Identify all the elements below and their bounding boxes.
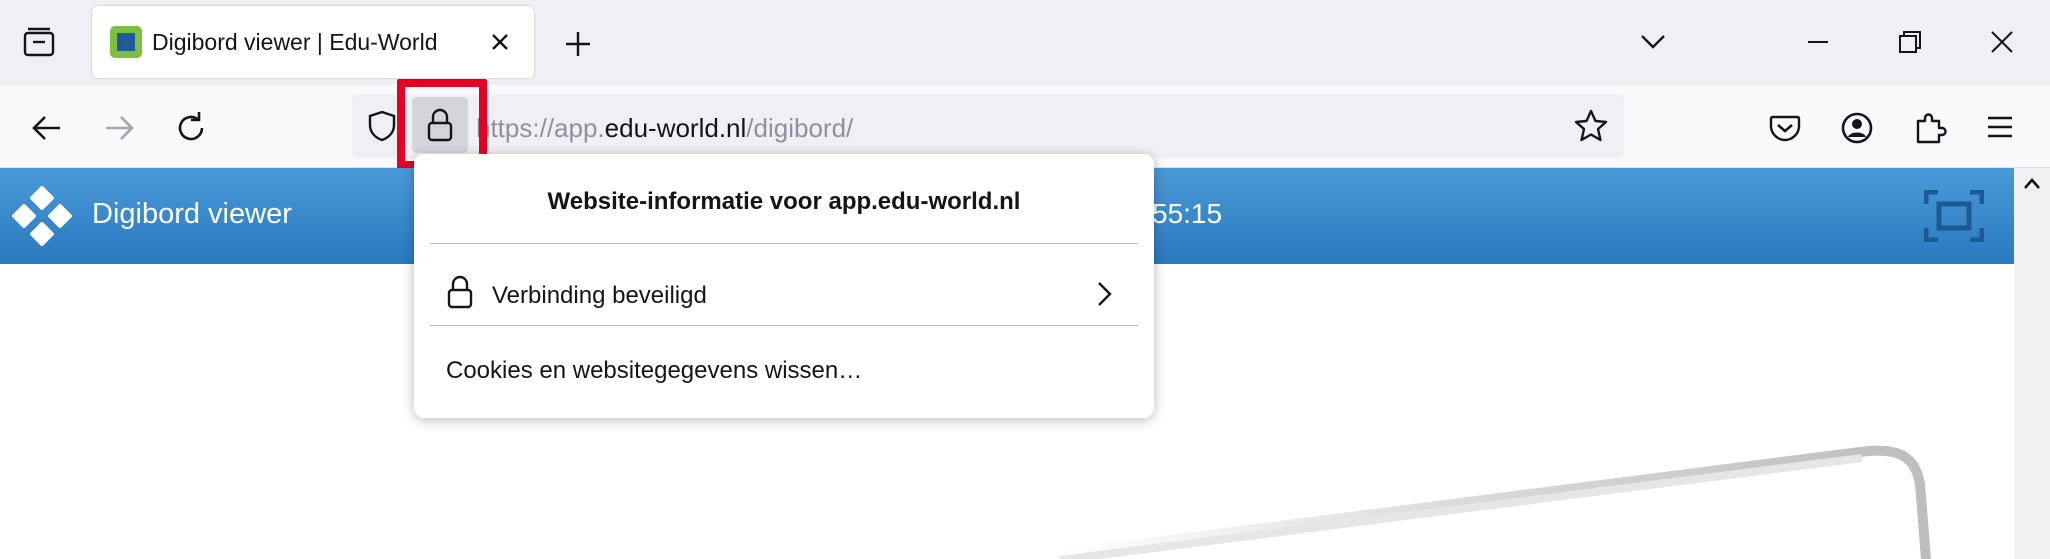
reload-icon[interactable] xyxy=(172,109,210,147)
hamburger-icon[interactable] xyxy=(1982,109,2018,145)
chevron-down-icon[interactable] xyxy=(1636,24,1670,58)
page-title: Digibord viewer xyxy=(92,198,292,230)
close-window-icon[interactable] xyxy=(1984,24,2020,60)
shield-icon[interactable] xyxy=(364,108,400,144)
connection-label: Verbinding beveiligd xyxy=(492,282,707,309)
pocket-icon[interactable] xyxy=(1766,109,1804,147)
scrollbar[interactable] xyxy=(2014,168,2050,559)
fullscreen-icon[interactable] xyxy=(1924,190,1984,242)
lock-icon xyxy=(447,275,473,309)
plus-icon[interactable] xyxy=(560,26,596,62)
tab-active[interactable]: Digibord viewer | Edu-World xyxy=(92,6,534,78)
url-bar[interactable]: https://app.edu-world.nl/digibord/ xyxy=(352,94,1624,158)
divider xyxy=(430,243,1138,244)
clock-text: 55:15 xyxy=(1152,198,1223,229)
tab-bar: Digibord viewer | Edu-World xyxy=(0,0,2050,85)
clear-cookies-button[interactable]: Cookies en websitegegevens wissen… xyxy=(446,357,862,385)
connection-secure-item[interactable]: Verbinding beveiligd xyxy=(430,254,1138,334)
divider xyxy=(430,325,1138,326)
tab-title: Digibord viewer | Edu-World xyxy=(152,29,438,55)
arrow-right-icon[interactable] xyxy=(100,109,138,147)
account-icon[interactable] xyxy=(1838,109,1876,147)
whiteboard-frame-graphic xyxy=(1055,445,1931,559)
tab-list-icon[interactable] xyxy=(20,24,58,62)
site-info-popup: Website-informatie voor app.edu-world.nl… xyxy=(414,154,1154,418)
close-icon[interactable] xyxy=(484,26,516,58)
url-text[interactable]: https://app.edu-world.nl/digibord/ xyxy=(476,113,853,144)
restore-icon[interactable] xyxy=(1892,24,1928,60)
scroll-up-icon[interactable] xyxy=(2022,174,2042,194)
diamond-logo-icon xyxy=(12,186,72,246)
popup-title: Website-informatie voor app.edu-world.nl xyxy=(547,188,1021,215)
puzzle-icon[interactable] xyxy=(1910,107,1950,147)
chevron-right-icon xyxy=(1098,282,1112,306)
edu-world-favicon-icon xyxy=(110,26,142,58)
arrow-left-icon[interactable] xyxy=(28,109,66,147)
star-icon[interactable] xyxy=(1572,107,1610,145)
minimize-icon[interactable] xyxy=(1800,24,1836,60)
